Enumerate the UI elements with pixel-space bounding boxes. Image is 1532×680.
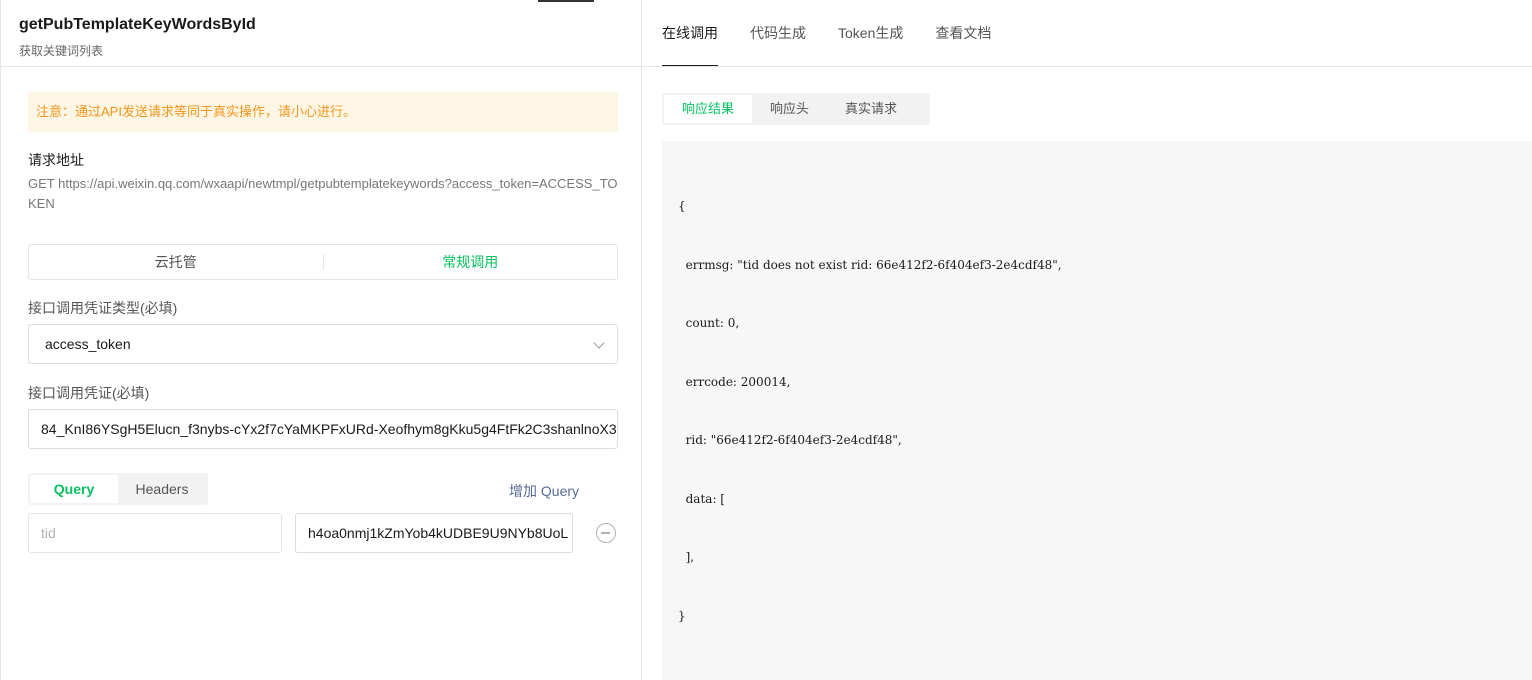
param-tabs: Query Headers xyxy=(28,473,208,505)
credential-type-label: 接口调用凭证类型(必填) xyxy=(28,300,178,316)
response-body: { errmsg: "tid does not exist rid: 66e41… xyxy=(662,141,1532,680)
code-line: rid: "66e412f2-6f404ef3-2e4cdf48", xyxy=(678,433,902,447)
header-divider xyxy=(642,66,1532,67)
right-panel: 在线调用 代码生成 Token生成 查看文档 响应结果 响应头 真实请求 { e… xyxy=(642,0,1532,680)
mode-normal-button[interactable]: 常规调用 xyxy=(324,245,618,279)
add-query-button[interactable]: 增加 Query xyxy=(509,481,579,501)
code-line: data: [ xyxy=(678,491,725,506)
call-mode-switch: 云托管 常规调用 xyxy=(28,244,618,280)
code-line: { xyxy=(678,199,686,213)
warning-banner: 注意：通过API发送请求等同于真实操作，请小心进行。 xyxy=(28,92,618,132)
tab-query[interactable]: Query xyxy=(30,475,118,503)
code-line: ], xyxy=(678,550,695,564)
param-key-input[interactable]: tid xyxy=(28,513,282,553)
request-url-label: 请求地址 xyxy=(28,152,84,168)
right-tabs: 在线调用 代码生成 Token生成 查看文档 xyxy=(662,0,1023,67)
credential-input[interactable]: 84_KnI86YSgH5Elucn_f3nybs-cYx2f7cYaMKPFx… xyxy=(28,409,618,449)
tab-real-request[interactable]: 真实请求 xyxy=(827,95,915,123)
left-panel: getPubTemplateKeyWordsById 获取关键词列表 注意：通过… xyxy=(0,0,642,680)
chevron-down-icon xyxy=(593,337,605,349)
tab-response-headers[interactable]: 响应头 xyxy=(752,95,827,123)
code-line: errmsg: "tid does not exist rid: 66e412f… xyxy=(678,257,1062,272)
response-tabs: 响应结果 响应头 真实请求 xyxy=(662,93,930,125)
api-header: getPubTemplateKeyWordsById 获取关键词列表 xyxy=(1,0,641,67)
tab-response-result[interactable]: 响应结果 xyxy=(664,95,753,123)
remove-param-icon[interactable] xyxy=(596,523,616,543)
param-value-input[interactable]: h4oa0nmj1kZmYob4kUDBE9U9NYb8UoL xyxy=(295,513,573,553)
credential-label: 接口调用凭证(必填) xyxy=(28,385,150,401)
mode-cloud-button[interactable]: 云托管 xyxy=(29,245,323,279)
api-title: getPubTemplateKeyWordsById xyxy=(19,16,256,33)
request-url: GET https://api.weixin.qq.com/wxaapi/new… xyxy=(28,176,618,211)
credential-type-select[interactable]: access_token xyxy=(28,324,618,364)
tab-online-call[interactable]: 在线调用 xyxy=(662,0,718,67)
code-line: count: 0, xyxy=(678,316,740,330)
code-line: } xyxy=(678,608,686,623)
tab-token-gen[interactable]: Token生成 xyxy=(838,0,903,67)
response-code: { errmsg: "tid does not exist rid: 66e41… xyxy=(678,158,1062,665)
tab-code-gen[interactable]: 代码生成 xyxy=(750,0,806,67)
code-line: errcode: 200014, xyxy=(678,374,791,389)
api-subtitle: 获取关键词列表 xyxy=(19,44,104,58)
tab-view-docs[interactable]: 查看文档 xyxy=(935,0,991,67)
credential-type-value: access_token xyxy=(45,336,131,352)
tab-headers[interactable]: Headers xyxy=(118,475,206,503)
